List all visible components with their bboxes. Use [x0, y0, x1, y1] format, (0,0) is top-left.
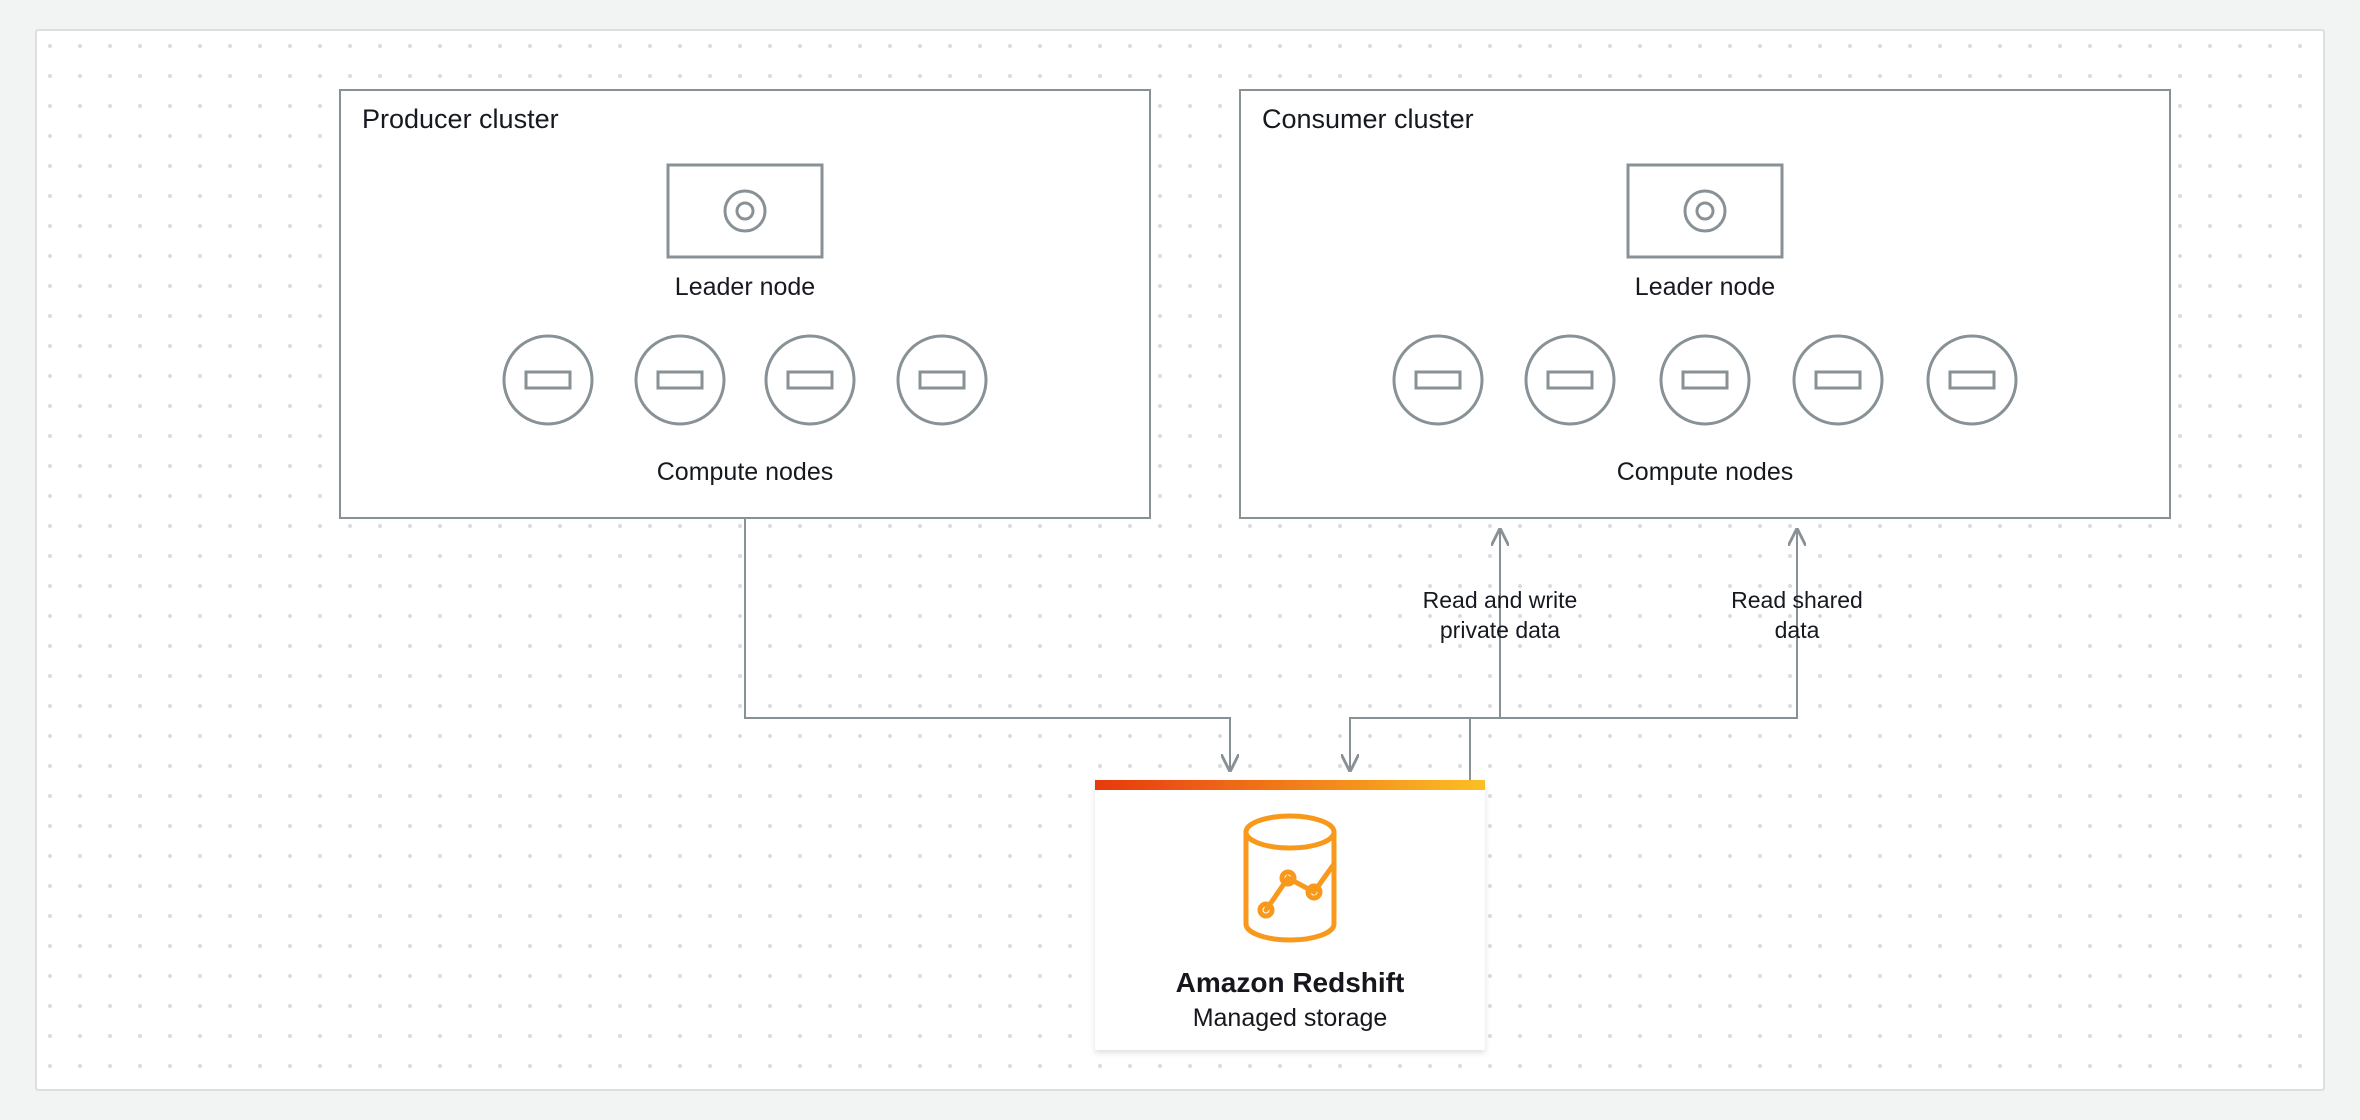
consumer-compute-label: Compute nodes: [1617, 458, 1794, 486]
storage-title: Amazon Redshift: [1176, 967, 1405, 998]
storage-subtitle: Managed storage: [1193, 1004, 1388, 1032]
producer-leader-node: [668, 165, 822, 257]
label-read-shared-1: Read shared: [1731, 587, 1863, 613]
storage-card: Amazon Redshift Managed storage: [1095, 780, 1485, 1050]
producer-leader-label: Leader node: [675, 273, 815, 301]
producer-cluster: Producer cluster Leader node: [340, 90, 1150, 518]
consumer-title: Consumer cluster: [1262, 104, 1474, 134]
label-rw-private-2: private data: [1440, 617, 1560, 643]
consumer-leader-node: [1628, 165, 1782, 257]
producer-title: Producer cluster: [362, 104, 559, 134]
producer-compute-label: Compute nodes: [657, 458, 834, 486]
label-rw-private-1: Read and write: [1423, 587, 1578, 613]
consumer-cluster: Consumer cluster Leader node: [1240, 90, 2170, 518]
label-read-shared-2: data: [1775, 617, 1820, 643]
consumer-leader-label: Leader node: [1635, 273, 1775, 301]
